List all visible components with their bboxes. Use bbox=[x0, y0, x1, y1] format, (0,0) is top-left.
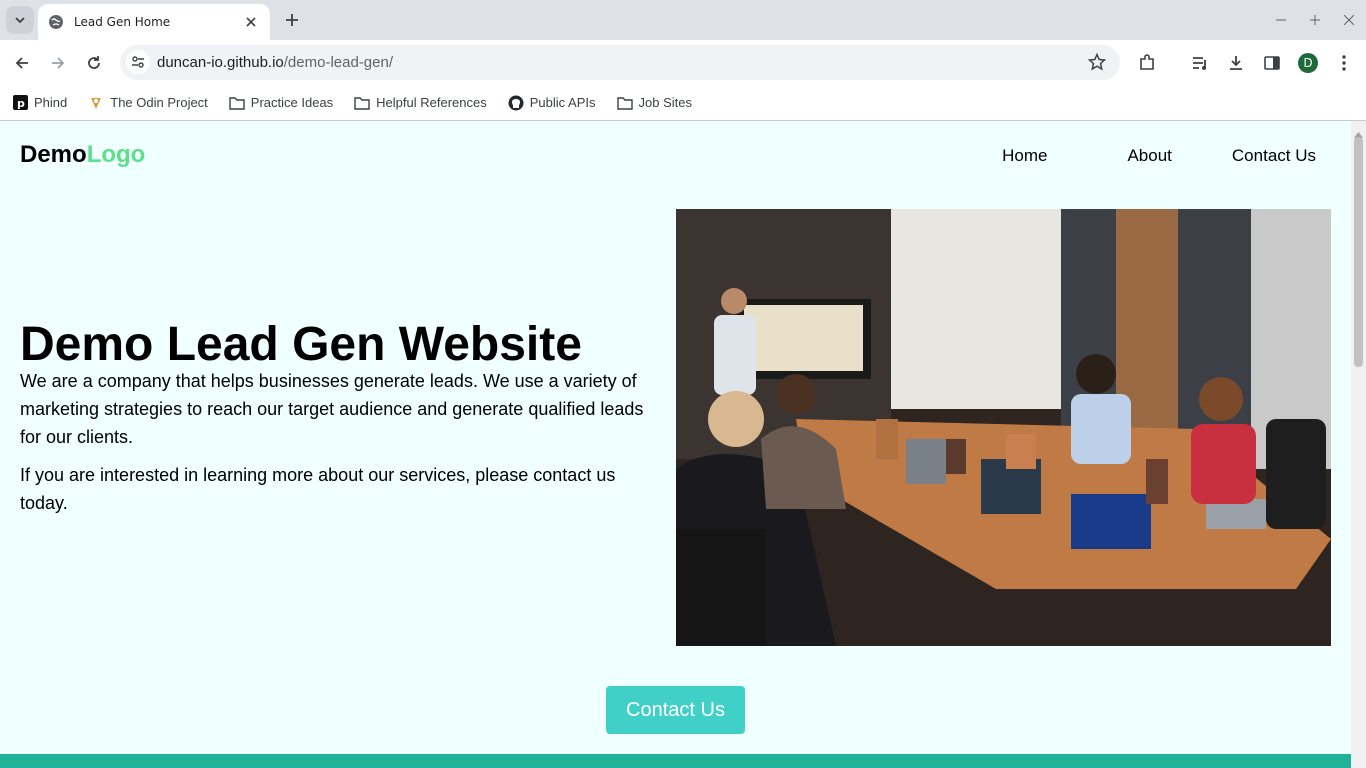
phind-icon: p bbox=[12, 95, 28, 111]
url-path: /demo-lead-gen/ bbox=[283, 54, 393, 71]
minimize-icon[interactable] bbox=[1264, 0, 1298, 40]
page-viewport: DemoLogo Home About Contact Us Demo Lead… bbox=[0, 121, 1351, 768]
folder-icon bbox=[354, 95, 370, 111]
menu-dots-icon[interactable] bbox=[1329, 48, 1359, 78]
tab-title: Lead Gen Home bbox=[74, 15, 171, 29]
profile-avatar[interactable]: D bbox=[1293, 48, 1323, 78]
site-info-icon[interactable] bbox=[126, 50, 150, 74]
new-tab-icon[interactable] bbox=[281, 9, 303, 31]
nav-home-link[interactable]: Home bbox=[1002, 146, 1047, 166]
reload-icon[interactable] bbox=[79, 48, 109, 78]
page-scrollbar[interactable] bbox=[1351, 121, 1366, 768]
bookmark-practice-ideas[interactable]: Practice Ideas bbox=[229, 95, 333, 111]
close-window-icon[interactable] bbox=[1332, 0, 1366, 40]
bookmark-label: Job Sites bbox=[638, 95, 692, 110]
svg-text:p: p bbox=[17, 97, 25, 110]
bookmark-star-icon[interactable] bbox=[1087, 52, 1107, 76]
url-text: duncan-io.github.io/demo-lead-gen/ bbox=[157, 54, 393, 71]
tab-search-chevron-icon[interactable] bbox=[6, 6, 34, 34]
nav-about-link[interactable]: About bbox=[1127, 146, 1171, 166]
contact-us-button[interactable]: Contact Us bbox=[606, 686, 745, 734]
extensions-icon[interactable] bbox=[1132, 48, 1162, 78]
reading-list-icon[interactable] bbox=[1185, 48, 1215, 78]
folder-icon bbox=[229, 95, 245, 111]
meeting-photo bbox=[676, 209, 1331, 646]
bookmark-label: Practice Ideas bbox=[250, 95, 334, 110]
url-host: duncan-io.github.io bbox=[157, 54, 284, 71]
bookmark-label: The Odin Project bbox=[110, 95, 208, 110]
logo-text-logo: Logo bbox=[86, 141, 146, 168]
site-logo[interactable]: DemoLogo bbox=[20, 141, 145, 169]
bookmark-label: Public APIs bbox=[529, 95, 596, 110]
scroll-thumb[interactable] bbox=[1354, 137, 1363, 367]
folder-icon bbox=[616, 95, 633, 111]
hero-title: Demo Lead Gen Website bbox=[20, 318, 582, 371]
profile-initial: D bbox=[1298, 53, 1318, 73]
bookmark-odin[interactable]: The Odin Project bbox=[88, 95, 208, 111]
nav-contact-link[interactable]: Contact Us bbox=[1232, 146, 1316, 166]
github-icon bbox=[508, 95, 524, 111]
logo-text-demo: Demo bbox=[20, 141, 87, 168]
bookmark-public-apis[interactable]: Public APIs bbox=[508, 95, 596, 111]
forward-arrow-icon[interactable] bbox=[43, 48, 73, 78]
bookmark-label: Helpful References bbox=[376, 95, 487, 110]
hero-paragraph-contact: If you are interested in learning more a… bbox=[20, 465, 616, 513]
footer-band bbox=[0, 754, 1351, 768]
bookmark-job-sites[interactable]: Job Sites bbox=[616, 95, 692, 111]
side-panel-icon[interactable] bbox=[1257, 48, 1287, 78]
back-arrow-icon[interactable] bbox=[7, 48, 37, 78]
tab-strip: Lead Gen Home bbox=[0, 0, 1366, 40]
close-tab-icon[interactable] bbox=[242, 13, 260, 31]
download-icon[interactable] bbox=[1221, 48, 1251, 78]
bookmark-label: Phind bbox=[34, 95, 68, 110]
maximize-icon[interactable] bbox=[1298, 0, 1332, 40]
hero-paragraph-intro: We are a company that helps businesses g… bbox=[20, 371, 644, 447]
bookmarks-bar: p Phind The Odin Project Practice Ideas … bbox=[0, 85, 1366, 121]
window-controls bbox=[1264, 0, 1366, 40]
address-bar[interactable]: duncan-io.github.io/demo-lead-gen/ bbox=[120, 45, 1120, 80]
active-tab[interactable]: Lead Gen Home bbox=[38, 4, 270, 40]
odin-icon bbox=[88, 95, 104, 111]
main-nav: Home About Contact Us bbox=[1002, 146, 1316, 166]
globe-icon bbox=[48, 14, 64, 30]
bookmark-helpful-references[interactable]: Helpful References bbox=[354, 95, 487, 111]
bookmark-phind[interactable]: p Phind bbox=[12, 95, 67, 111]
